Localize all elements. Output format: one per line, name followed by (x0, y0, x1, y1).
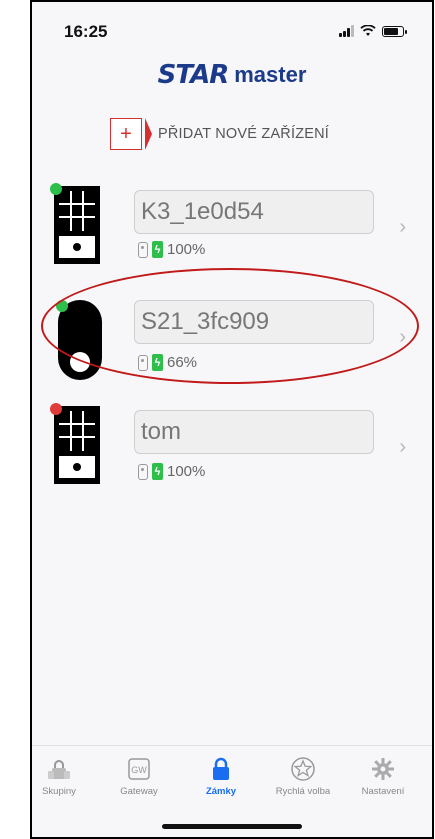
keypad-device-icon (50, 403, 106, 486)
device-meta: ϟ 100% (138, 463, 205, 480)
brand-master: master (234, 62, 307, 87)
battery-level: 100% (167, 463, 206, 480)
flag-icon (145, 118, 152, 150)
status-icons (339, 25, 407, 37)
device-row[interactable]: tom › ϟ 100% (32, 402, 432, 502)
tab-label: Zámky (205, 786, 237, 797)
device-meta: ϟ 100% (138, 241, 205, 258)
battery-charge-icon: ϟ (152, 463, 163, 480)
chevron-right-icon[interactable]: › (399, 436, 406, 459)
battery-level: 100% (167, 241, 206, 258)
tab-rychla-volba[interactable]: Rychlá volba (264, 756, 342, 797)
wifi-icon (360, 25, 376, 36)
battery-charge-icon: ϟ (152, 241, 163, 258)
phone-frame: 16:25 STAR master + PŘIDAT NOVÉ ZAŘÍZENÍ (30, 0, 434, 839)
chevron-right-icon[interactable]: › (399, 216, 406, 239)
plus-icon: + (110, 118, 142, 150)
tab-label: Rychlá volba (275, 786, 331, 797)
add-device-button[interactable]: + PŘIDAT NOVÉ ZAŘÍZENÍ (110, 118, 329, 150)
lock-icon (208, 756, 234, 782)
brand-logo: STAR master (32, 60, 432, 90)
tab-zamky[interactable]: Zámky (182, 756, 260, 797)
device-row[interactable]: K3_1e0d54 › ϟ 100% (32, 182, 432, 282)
tab-bar: Skupiny GW Gateway Zámky Rychlá volba Na… (32, 745, 432, 837)
tab-gateway[interactable]: GW Gateway (100, 756, 178, 797)
star-icon (290, 756, 316, 782)
svg-text:GW: GW (131, 765, 147, 775)
tab-label: Skupiny (42, 786, 76, 797)
online-status-dot (50, 183, 62, 195)
add-device-label: PŘIDAT NOVÉ ZAŘÍZENÍ (158, 126, 330, 142)
keypad-device-icon (50, 183, 106, 266)
battery-icon (382, 25, 407, 37)
tab-nastaveni[interactable]: Nastavení (344, 756, 422, 797)
offline-status-dot (50, 403, 62, 415)
tab-skupiny[interactable]: Skupiny (32, 756, 98, 797)
gateway-icon: GW (126, 756, 152, 782)
device-name-field[interactable]: K3_1e0d54 (134, 190, 374, 234)
remote-icon (138, 241, 148, 258)
signal-icon (339, 25, 354, 37)
lock-group-icon (46, 756, 72, 782)
status-time: 16:25 (64, 22, 108, 41)
status-bar: 16:25 (32, 2, 432, 62)
tab-label: Nastavení (361, 786, 405, 797)
home-indicator[interactable] (162, 824, 302, 829)
gear-icon (370, 756, 396, 782)
brand-star: STAR (157, 60, 230, 90)
remote-icon (138, 463, 148, 480)
annotation-ellipse (41, 268, 419, 384)
device-name-field[interactable]: tom (134, 410, 374, 454)
tab-label: Gateway (120, 786, 158, 797)
